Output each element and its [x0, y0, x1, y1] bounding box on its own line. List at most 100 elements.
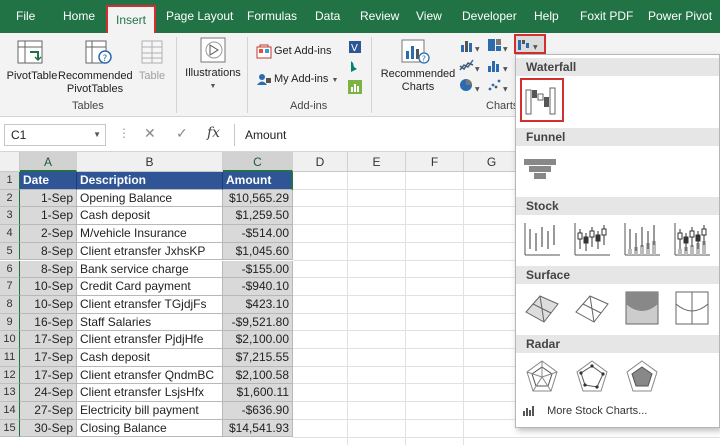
column-header-c[interactable]: C [223, 152, 293, 172]
tab-foxit-pdf[interactable]: Foxit PDF [580, 0, 633, 33]
surface-3d-option[interactable] [522, 288, 566, 332]
cell-date[interactable]: 17-Sep [20, 349, 77, 367]
column-chart-icon[interactable]: ▼ [459, 37, 483, 53]
cell-description[interactable]: Client etransfer JxhsKP [77, 242, 223, 261]
waterfall-chart-option[interactable] [520, 78, 564, 122]
tab-insert[interactable]: Insert [106, 5, 157, 33]
insert-function-button[interactable]: fx [207, 125, 220, 141]
more-stock-charts-link[interactable]: More Stock Charts... [522, 405, 647, 417]
cell-description[interactable]: Client etransfer PjdjHfe [77, 331, 223, 349]
recommended-charts-button[interactable]: Recommended Charts [380, 68, 456, 94]
cell-amount[interactable]: $1,259.50 [223, 207, 293, 226]
volume-high-low-close-option[interactable] [622, 219, 666, 263]
row-header[interactable]: 5 [0, 242, 20, 261]
pivot-table-button[interactable]: PivotTable [5, 70, 59, 83]
enter-icon[interactable]: ✓ [176, 125, 188, 142]
cancel-icon[interactable]: ✕ [144, 125, 156, 142]
hierarchy-chart-icon[interactable]: ▼ [487, 37, 511, 53]
tab-review[interactable]: Review [360, 0, 399, 33]
row-header[interactable]: 3 [0, 207, 20, 226]
cell-description[interactable]: Cash deposit [77, 349, 223, 367]
tab-page-layout[interactable]: Page Layout [166, 0, 233, 33]
radar-markers-option[interactable] [572, 357, 616, 401]
column-header-d[interactable]: D [293, 152, 348, 172]
column-header-b[interactable]: B [77, 152, 223, 172]
cell-date[interactable]: 8-Sep [20, 242, 77, 261]
high-low-close-option[interactable] [522, 219, 566, 263]
people-graph-icon[interactable] [347, 79, 363, 95]
tab-developer[interactable]: Developer [462, 0, 517, 33]
row-header[interactable]: 1 [0, 172, 20, 190]
name-box-dropdown-icon[interactable]: ▼ [93, 125, 101, 145]
cell-description[interactable]: Credit Card payment [77, 278, 223, 296]
row-header[interactable]: 15 [0, 419, 20, 438]
cell-date[interactable]: 8-Sep [20, 260, 77, 279]
cell-amount[interactable]: $2,100.58 [223, 366, 293, 385]
funnel-chart-option[interactable] [520, 149, 564, 193]
row-header[interactable]: 8 [0, 295, 20, 314]
cell-date[interactable]: 1-Sep [20, 189, 77, 208]
row-header[interactable]: 12 [0, 366, 20, 385]
tab-view[interactable]: View [416, 0, 442, 33]
tab-home[interactable]: Home [63, 0, 95, 33]
line-chart-icon[interactable]: ▼ [459, 57, 483, 73]
cell-date[interactable]: 1-Sep [20, 207, 77, 226]
my-addins-button[interactable]: My Add-ins ▼ [274, 73, 338, 85]
row-header[interactable]: 14 [0, 402, 20, 420]
recommended-pivot-button[interactable]: Recommended PivotTables [58, 70, 133, 96]
tab-power-pivot[interactable]: Power Pivot [648, 0, 712, 33]
cell-date[interactable]: 24-Sep [20, 384, 77, 403]
bing-maps-icon[interactable] [347, 59, 363, 75]
column-header-a[interactable]: A [20, 152, 77, 172]
row-header[interactable]: 11 [0, 349, 20, 367]
cell-description[interactable]: Cash deposit [77, 207, 223, 226]
wireframe-3d-option[interactable] [572, 288, 616, 332]
row-header[interactable]: 7 [0, 278, 20, 296]
scatter-chart-icon[interactable]: ▼ [487, 77, 511, 93]
cell-description[interactable]: M/vehicle Insurance [77, 225, 223, 243]
contour-option[interactable] [622, 288, 666, 332]
row-header[interactable]: 9 [0, 313, 20, 332]
cell-date[interactable]: 17-Sep [20, 366, 77, 385]
filled-radar-option[interactable] [622, 357, 666, 401]
tab-data[interactable]: Data [315, 0, 340, 33]
cell-amount[interactable]: $10,565.29 [223, 189, 293, 208]
waterfall-chart-button[interactable]: ▼ [514, 34, 546, 54]
tab-file[interactable]: File [16, 0, 35, 33]
row-header[interactable]: 13 [0, 384, 20, 403]
cell-description[interactable]: Electricity bill payment [77, 402, 223, 420]
cell-amount[interactable]: $14,541.93 [223, 419, 293, 438]
cell-date[interactable]: 10-Sep [20, 295, 77, 314]
cell-amount[interactable]: $1,045.60 [223, 242, 293, 261]
cell-description[interactable]: Client etransfer QndmBC [77, 366, 223, 385]
cell-description[interactable]: Staff Salaries [77, 313, 223, 332]
radar-option[interactable] [522, 357, 566, 401]
cell-amount[interactable]: -$514.00 [223, 225, 293, 243]
pie-chart-icon[interactable]: ▼ [459, 77, 483, 93]
row-header[interactable]: 4 [0, 225, 20, 243]
cell-amount[interactable]: $1,600.11 [223, 384, 293, 403]
row-header[interactable]: 6 [0, 260, 20, 279]
volume-open-high-low-close-option[interactable] [672, 219, 716, 263]
statistic-chart-icon[interactable]: ▼ [487, 57, 511, 73]
column-header-e[interactable]: E [348, 152, 406, 172]
row-header[interactable]: 10 [0, 331, 20, 349]
wireframe-contour-option[interactable] [672, 288, 716, 332]
column-header-g[interactable]: G [464, 152, 520, 172]
cell-amount[interactable]: -$636.90 [223, 402, 293, 420]
cell-description[interactable]: Client etransfer LsjsHfx [77, 384, 223, 403]
cell-amount[interactable]: -$155.00 [223, 260, 293, 279]
get-addins-button[interactable]: Get Add-ins [274, 45, 331, 57]
cell-description[interactable]: Bank service charge [77, 260, 223, 279]
cell-date[interactable]: 17-Sep [20, 331, 77, 349]
name-box[interactable]: C1 ▼ [4, 124, 106, 146]
cell-description[interactable]: Client etransfer TGjdjFs [77, 295, 223, 314]
cell-amount[interactable]: -$9,521.80 [223, 313, 293, 332]
table-button[interactable]: Table [134, 70, 170, 83]
cell-amount[interactable]: -$940.10 [223, 278, 293, 296]
cell-description[interactable]: Opening Balance [77, 189, 223, 208]
open-high-low-close-option[interactable] [572, 219, 616, 263]
row-header[interactable]: 2 [0, 189, 20, 208]
visio-icon[interactable]: V [347, 39, 363, 55]
cell-amount[interactable]: $423.10 [223, 295, 293, 314]
